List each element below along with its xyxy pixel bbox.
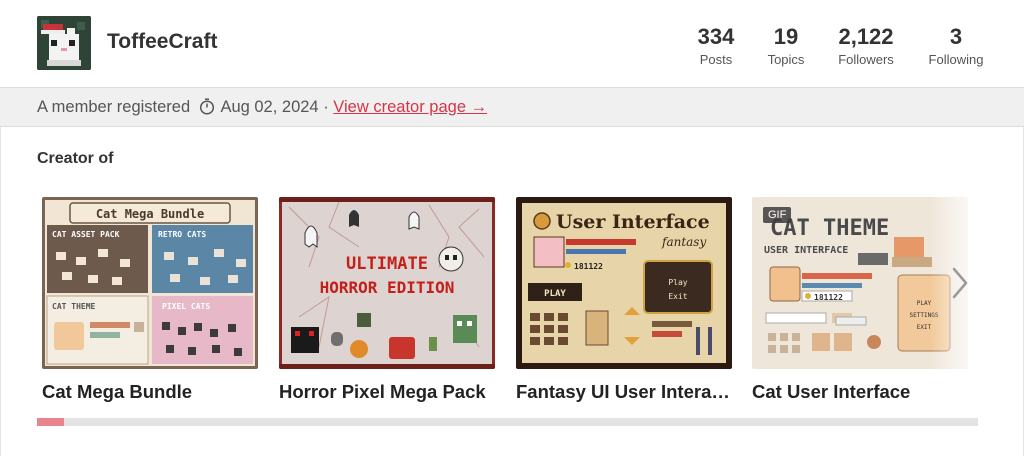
product-title[interactable]: Cat Mega Bundle — [42, 381, 258, 403]
thumb-play: PLAY — [544, 289, 566, 299]
registered-date: Aug 02, 2024 — [220, 98, 319, 116]
stat-topics[interactable]: 19 Topics — [741, 24, 831, 67]
view-creator-page-link[interactable]: View creator page → — [333, 98, 487, 116]
thumb-sub: fantasy — [661, 235, 706, 249]
thumb-sub: USER INTERFACE — [764, 245, 848, 256]
stat-followers[interactable]: 2,122 Followers — [821, 24, 911, 67]
username[interactable]: ToffeeCraft — [107, 30, 217, 54]
member-info-bar: A member registered Aug 02, 2024 · View … — [0, 88, 1024, 127]
thumb-block-4: PIXEL CATS — [162, 302, 210, 311]
carousel-scrollbar[interactable] — [37, 418, 978, 426]
member-info-text: A member registered Aug 02, 2024 · View … — [37, 98, 487, 120]
section-title: Creator of — [37, 150, 114, 167]
thumb-gold: 181122 — [574, 262, 603, 271]
product-thumbnail[interactable]: ULTIMATE HORROR EDITION — [279, 197, 495, 369]
stat-followers-label: Followers — [838, 52, 894, 67]
avatar[interactable] — [37, 16, 91, 70]
carousel-scrollbar-thumb[interactable] — [37, 418, 64, 426]
thumb-title-line1: ULTIMATE — [346, 254, 428, 274]
product-title[interactable]: Cat User Interface — [752, 381, 968, 403]
thumb-block-2: RETRO CATS — [158, 230, 206, 239]
product-thumbnail[interactable]: Cat Mega Bundle CAT ASSET PACK RETRO CAT… — [42, 197, 258, 369]
thumb-gold: 181122 — [814, 293, 843, 302]
registered-label: A member registered — [37, 98, 191, 116]
stat-topics-label: Topics — [767, 52, 805, 67]
info-separator: · — [323, 98, 329, 116]
product-thumbnail[interactable]: User Interface fantasy 181122 PLAY Play … — [516, 197, 732, 369]
thumb-menu-play: Play — [668, 278, 687, 287]
thumb-heading: User Interface — [556, 211, 710, 233]
stat-following[interactable]: 3 Following — [911, 24, 1001, 67]
chevron-right-icon — [952, 267, 968, 299]
product-card-horror-pixel-mega-pack[interactable]: ULTIMATE HORROR EDITION Horror Pixel Meg… — [279, 197, 495, 403]
gif-badge: GIF — [763, 207, 792, 223]
thumb-title-line2: HORROR EDITION — [320, 278, 455, 297]
stat-following-value: 3 — [949, 24, 963, 49]
clock-icon — [199, 98, 215, 120]
product-title[interactable]: Horror Pixel Mega Pack — [279, 381, 495, 403]
stat-followers-value: 2,122 — [838, 24, 894, 49]
product-card-fantasy-ui[interactable]: User Interface fantasy 181122 PLAY Play … — [516, 197, 732, 403]
profile-header: ToffeeCraft 334 Posts 19 Topics 2,122 Fo… — [0, 0, 1024, 88]
pixel-cat-avatar-icon — [37, 16, 91, 70]
thumb-block-3: CAT THEME — [52, 302, 96, 311]
thumb-block-1: CAT ASSET PACK — [52, 230, 120, 239]
carousel-next-button[interactable] — [948, 266, 972, 300]
thumb-menu-exit: Exit — [668, 292, 687, 301]
product-title[interactable]: Fantasy UI User Interaf… — [516, 381, 732, 403]
stat-following-label: Following — [928, 52, 984, 67]
stat-topics-value: 19 — [773, 24, 799, 49]
thumb-heading: Cat Mega Bundle — [96, 207, 204, 221]
product-card-cat-mega-bundle[interactable]: Cat Mega Bundle CAT ASSET PACK RETRO CAT… — [42, 197, 258, 403]
